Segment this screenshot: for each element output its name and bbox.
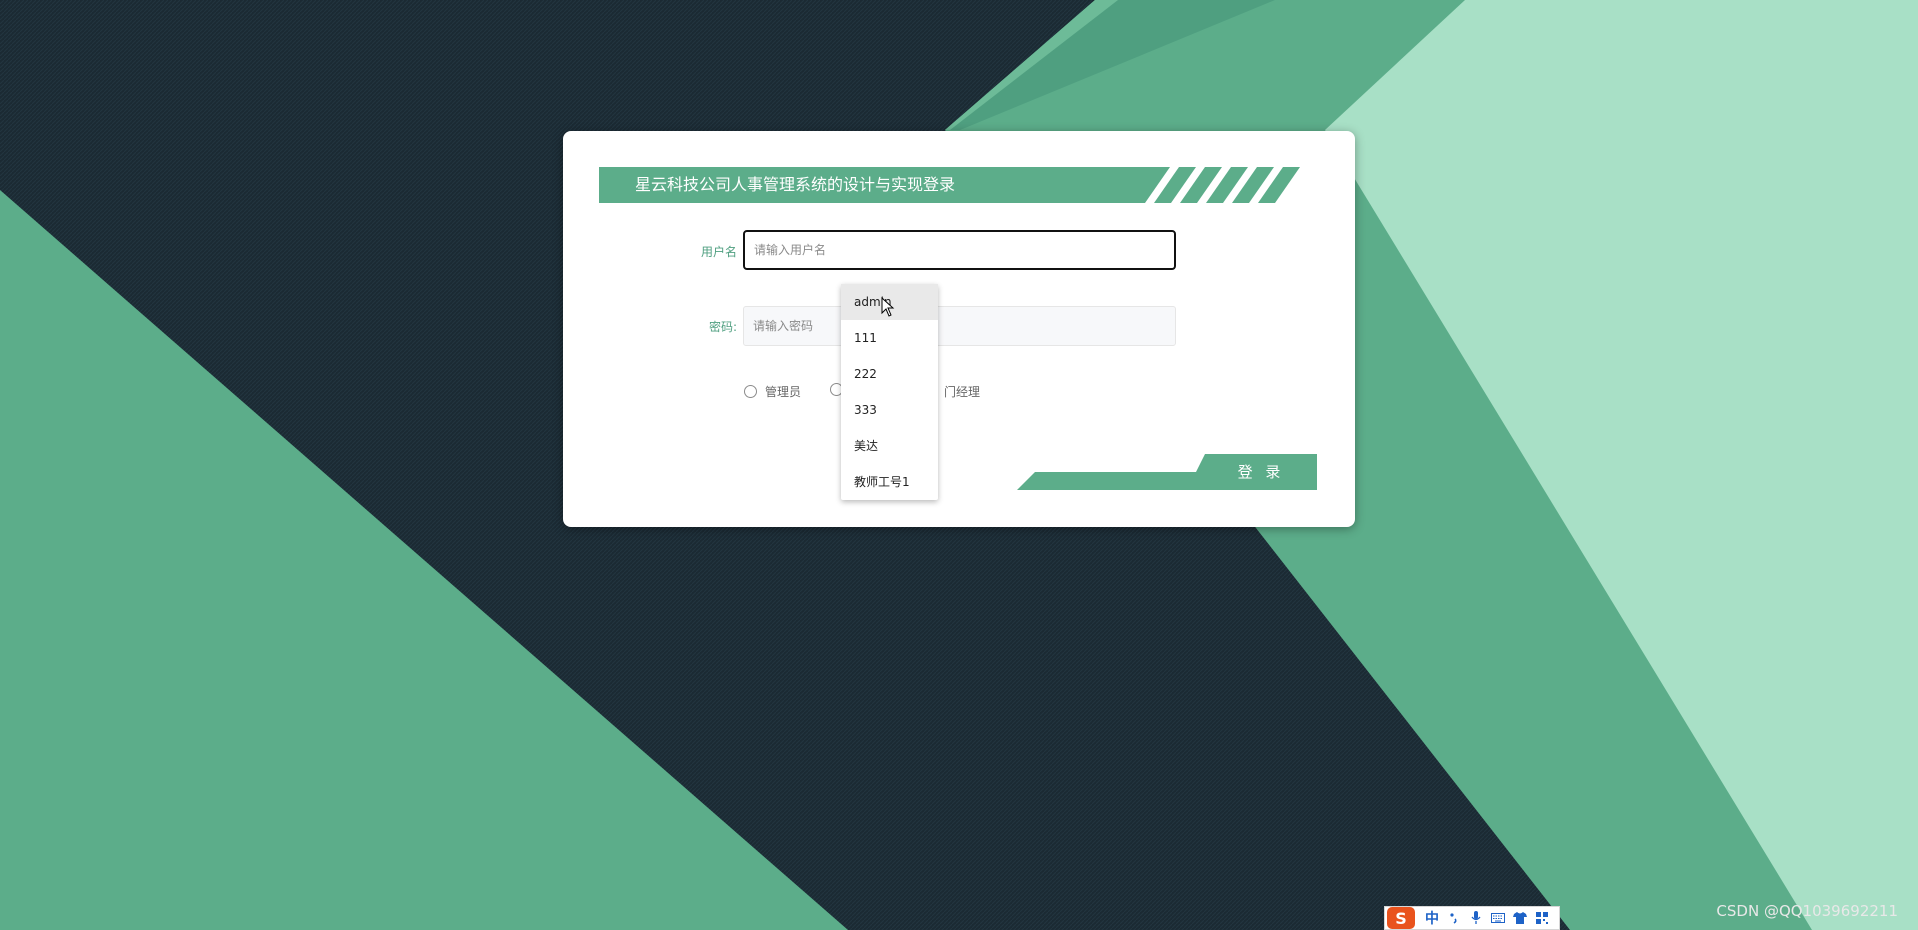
password-label: 密码: bbox=[708, 320, 737, 334]
radio-circle-icon[interactable] bbox=[744, 385, 757, 398]
microphone-icon[interactable] bbox=[1465, 907, 1487, 929]
skin-icon[interactable] bbox=[1509, 907, 1531, 929]
autocomplete-item[interactable]: 222 bbox=[841, 356, 938, 392]
mouse-pointer-icon bbox=[881, 297, 895, 317]
login-button[interactable]: 登 录 bbox=[1017, 454, 1317, 490]
watermark: CSDN @QQ1039692211 bbox=[1716, 902, 1898, 920]
autocomplete-item[interactable]: 教师工号1 bbox=[841, 464, 938, 500]
autocomplete-item[interactable]: 333 bbox=[841, 392, 938, 428]
keyboard-icon[interactable] bbox=[1487, 907, 1509, 929]
autocomplete-item[interactable]: 美达 bbox=[841, 428, 938, 464]
punctuation-icon[interactable] bbox=[1443, 907, 1465, 929]
role-option-admin[interactable]: 管理员 bbox=[744, 383, 801, 400]
autocomplete-item[interactable]: 111 bbox=[841, 320, 938, 356]
role-label-admin: 管理员 bbox=[765, 385, 802, 399]
username-input[interactable] bbox=[743, 230, 1176, 270]
login-page: 星云科技公司人事管理系统的设计与实现登录 用户名 密码: 管理员 门经理 bbox=[0, 0, 1918, 930]
role-label-manager: 门经理 bbox=[944, 385, 981, 399]
title-bar: 星云科技公司人事管理系统的设计与实现登录 bbox=[599, 167, 1317, 203]
username-label: 用户名 bbox=[700, 245, 737, 259]
login-title: 星云科技公司人事管理系统的设计与实现登录 bbox=[635, 175, 956, 194]
ime-toolbar: S 中 bbox=[1384, 906, 1560, 930]
chinese-mode-icon[interactable]: 中 bbox=[1421, 907, 1443, 929]
login-card: 星云科技公司人事管理系统的设计与实现登录 用户名 密码: 管理员 门经理 bbox=[563, 131, 1355, 527]
password-input[interactable] bbox=[743, 306, 1176, 346]
role-option-manager[interactable]: 门经理 bbox=[944, 383, 980, 400]
grid-menu-icon[interactable] bbox=[1531, 907, 1553, 929]
sogou-logo-icon[interactable]: S bbox=[1387, 907, 1415, 929]
login-button-label[interactable]: 登 录 bbox=[1205, 454, 1317, 490]
